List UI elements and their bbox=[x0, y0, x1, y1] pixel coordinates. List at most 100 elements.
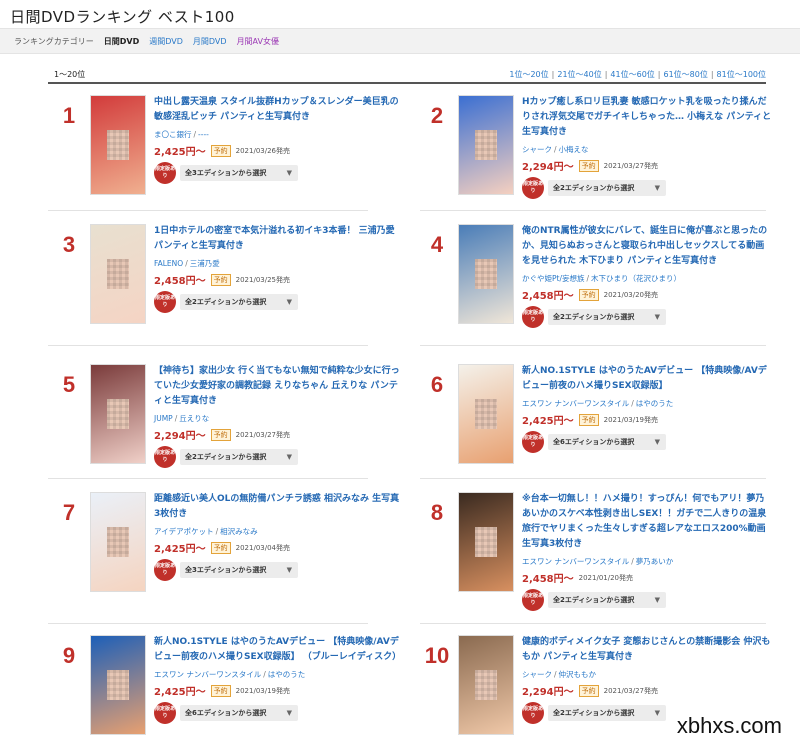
maker-link[interactable]: エスワン ナンバーワンスタイル bbox=[522, 557, 629, 566]
jacket-image[interactable] bbox=[90, 492, 146, 592]
row-divider bbox=[420, 210, 766, 211]
mosaic-area bbox=[475, 259, 497, 289]
jacket-image[interactable] bbox=[458, 635, 514, 735]
item-title-link[interactable]: 健康的ボディメイク女子 変態おじさんとの禁断撮影会 仲沢ももか パンティと生写真… bbox=[522, 635, 772, 665]
range-link-1[interactable]: 1位〜20位 bbox=[509, 70, 548, 79]
jacket-image[interactable] bbox=[90, 224, 146, 324]
item-title-link[interactable]: ※台本一切無し！！ハメ撮り！すっぴん！何でもアリ！夢乃あいかのスケベ本性剥き出し… bbox=[522, 492, 772, 552]
category-monthly-dvd[interactable]: 月間DVD bbox=[193, 36, 227, 47]
item-meta: エスワン ナンバーワンスタイル / 夢乃あいか bbox=[522, 557, 674, 566]
edition-select[interactable]: 全2エディションから選択 ▼ bbox=[548, 180, 666, 196]
release-date: 2021/03/27発売 bbox=[603, 161, 658, 170]
item-title-link[interactable]: 中出し露天温泉 スタイル抜群Hカップ＆スレンダー美巨乳の敏感淫乱ビッチ パンティ… bbox=[154, 95, 404, 125]
range-bar: 1〜20位 1位〜20位 | 21位〜40位 | 41位〜60位 | 61位〜80位 | 81位… bbox=[48, 64, 766, 84]
edition-select-label: 全2エディションから選択 bbox=[553, 596, 635, 604]
mosaic-area bbox=[107, 527, 129, 557]
limited-edition-badge: 限定版あり bbox=[522, 702, 544, 724]
item-title-link[interactable]: 新人NO.1STYLE はやのうたAVデビュー 【特典映像/AVデビュー前夜のハ… bbox=[154, 635, 404, 665]
maker-link[interactable]: JUMP bbox=[154, 414, 173, 423]
performer-link[interactable]: 三浦乃愛 bbox=[190, 259, 220, 268]
mosaic-area bbox=[475, 527, 497, 557]
chevron-down-icon: ▼ bbox=[286, 566, 292, 574]
maker-link[interactable]: FALENO bbox=[154, 259, 183, 268]
chevron-down-icon: ▼ bbox=[654, 596, 660, 604]
jacket-image[interactable] bbox=[458, 224, 514, 324]
price: 2,458円〜 bbox=[522, 574, 574, 585]
performer-link[interactable]: はやのうた bbox=[636, 399, 674, 408]
edition-select-label: 全6エディションから選択 bbox=[553, 438, 635, 446]
release-date: 2021/03/25発売 bbox=[235, 275, 290, 284]
price: 2,294円〜 bbox=[154, 431, 206, 442]
mosaic-area bbox=[107, 670, 129, 700]
edition-select[interactable]: 全2エディションから選択 ▼ bbox=[180, 294, 298, 310]
maker-link[interactable]: エスワン ナンバーワンスタイル bbox=[522, 399, 629, 408]
item-title-link[interactable]: Hカップ癒し系ロリ巨乳妻 敏感ロケット乳を吸ったり揉んだりされ浮気交尾でガチイキ… bbox=[522, 95, 772, 140]
maker-link[interactable]: シャーク bbox=[522, 145, 552, 154]
edition-select[interactable]: 全3エディションから選択 ▼ bbox=[180, 562, 298, 578]
item-title-link[interactable]: 新人NO.1STYLE はやのうたAVデビュー 【特典映像/AVデビュー前夜のハ… bbox=[522, 364, 772, 394]
rank-number: 9 bbox=[62, 643, 76, 668]
range-link-2[interactable]: 21位〜40位 bbox=[557, 70, 601, 79]
price: 2,458円〜 bbox=[522, 291, 574, 302]
edition-select-label: 全6エディションから選択 bbox=[185, 709, 267, 717]
jacket-image[interactable] bbox=[458, 95, 514, 195]
jacket-image[interactable] bbox=[90, 95, 146, 195]
jacket-image[interactable] bbox=[90, 635, 146, 735]
edition-select[interactable]: 全6エディションから選択 ▼ bbox=[548, 434, 666, 450]
maker-link[interactable]: かぐや姫Pt/妄想族 bbox=[522, 274, 585, 283]
performer-link[interactable]: 仲沢ももか bbox=[559, 670, 597, 679]
chevron-down-icon: ▼ bbox=[654, 438, 660, 446]
range-link-5[interactable]: 81位〜100位 bbox=[717, 70, 766, 79]
edition-select[interactable]: 全2エディションから選択 ▼ bbox=[180, 449, 298, 465]
row-divider bbox=[48, 623, 368, 624]
item-meta: エスワン ナンバーワンスタイル / はやのうた bbox=[522, 399, 674, 408]
jacket-image[interactable] bbox=[458, 492, 514, 592]
category-bar: ランキングカテゴリー 日間DVD 週間DVD 月間DVD 月間AV女優 bbox=[0, 28, 800, 54]
performer-link[interactable]: 木下ひまり（花沢ひまり） bbox=[591, 274, 681, 283]
maker-link[interactable]: エスワン ナンバーワンスタイル bbox=[154, 670, 261, 679]
maker-link[interactable]: ま〇こ銀行 bbox=[154, 130, 192, 139]
edition-select[interactable]: 全2エディションから選択 ▼ bbox=[548, 309, 666, 325]
item-title-link[interactable]: 1日中ホテルの密室で本気汁溢れる初イキ3本番！ 三浦乃愛 パンティと生写真付き bbox=[154, 224, 404, 254]
rank-number: 1 bbox=[62, 103, 76, 128]
maker-link[interactable]: シャーク bbox=[522, 670, 552, 679]
rank-number: 8 bbox=[430, 500, 444, 525]
edition-select[interactable]: 全2エディションから選択 ▼ bbox=[548, 592, 666, 608]
edition-select[interactable]: 全3エディションから選択 ▼ bbox=[180, 165, 298, 181]
mosaic-area bbox=[475, 130, 497, 160]
chevron-down-icon: ▼ bbox=[654, 184, 660, 192]
performer-link[interactable]: 小梅えな bbox=[559, 145, 589, 154]
edition-select[interactable]: 全2エディションから選択 ▼ bbox=[548, 705, 666, 721]
category-weekly-dvd[interactable]: 週間DVD bbox=[149, 36, 183, 47]
item-title-link[interactable]: 俺のNTR属性が彼女にバレて、誕生日に俺が喜ぶと思ったのか、見知らぬおっさんと寝… bbox=[522, 224, 772, 269]
reservation-badge: 予約 bbox=[210, 144, 231, 157]
maker-link[interactable]: アイデアポケット bbox=[154, 527, 214, 536]
range-link-4[interactable]: 61位〜80位 bbox=[663, 70, 707, 79]
release-date: 2021/03/20発売 bbox=[603, 290, 658, 299]
price: 2,458円〜 bbox=[154, 276, 206, 287]
row-divider bbox=[48, 345, 368, 346]
item-meta: FALENO / 三浦乃愛 bbox=[154, 259, 220, 268]
chevron-down-icon: ▼ bbox=[654, 313, 660, 321]
jacket-image[interactable] bbox=[90, 364, 146, 464]
item-title-link[interactable]: 【神待ち】家出少女 行く当てもない無知で純粋な少女に行っていた少女愛好家の調教記… bbox=[154, 364, 404, 409]
edition-select[interactable]: 全6エディションから選択 ▼ bbox=[180, 705, 298, 721]
performer-link[interactable]: 丘えりな bbox=[179, 414, 209, 423]
performer-link[interactable]: 相沢みなみ bbox=[220, 527, 258, 536]
range-link-3[interactable]: 41位〜60位 bbox=[610, 70, 654, 79]
price: 2,294円〜 bbox=[522, 687, 574, 698]
item-meta: シャーク / 小梅えな bbox=[522, 145, 589, 154]
performer-link[interactable]: 夢乃あいか bbox=[636, 557, 674, 566]
edition-select-label: 全2エディションから選択 bbox=[185, 453, 267, 461]
item-title-link[interactable]: 距離感近い美人OLの無防備パンチラ誘惑 相沢みなみ 生写真3枚付き bbox=[154, 492, 404, 522]
item-meta: シャーク / 仲沢ももか bbox=[522, 670, 597, 679]
performer-link[interactable]: はやのうた bbox=[268, 670, 306, 679]
row-divider bbox=[48, 478, 368, 479]
category-monthly-av-actress[interactable]: 月間AV女優 bbox=[237, 36, 279, 47]
edition-select-label: 全3エディションから選択 bbox=[185, 169, 267, 177]
category-daily-dvd[interactable]: 日間DVD bbox=[104, 36, 139, 47]
performer-link[interactable]: ---- bbox=[198, 130, 209, 139]
jacket-image[interactable] bbox=[458, 364, 514, 464]
limited-edition-badge: 限定版あり bbox=[154, 446, 176, 468]
limited-edition-badge: 限定版あり bbox=[522, 431, 544, 453]
